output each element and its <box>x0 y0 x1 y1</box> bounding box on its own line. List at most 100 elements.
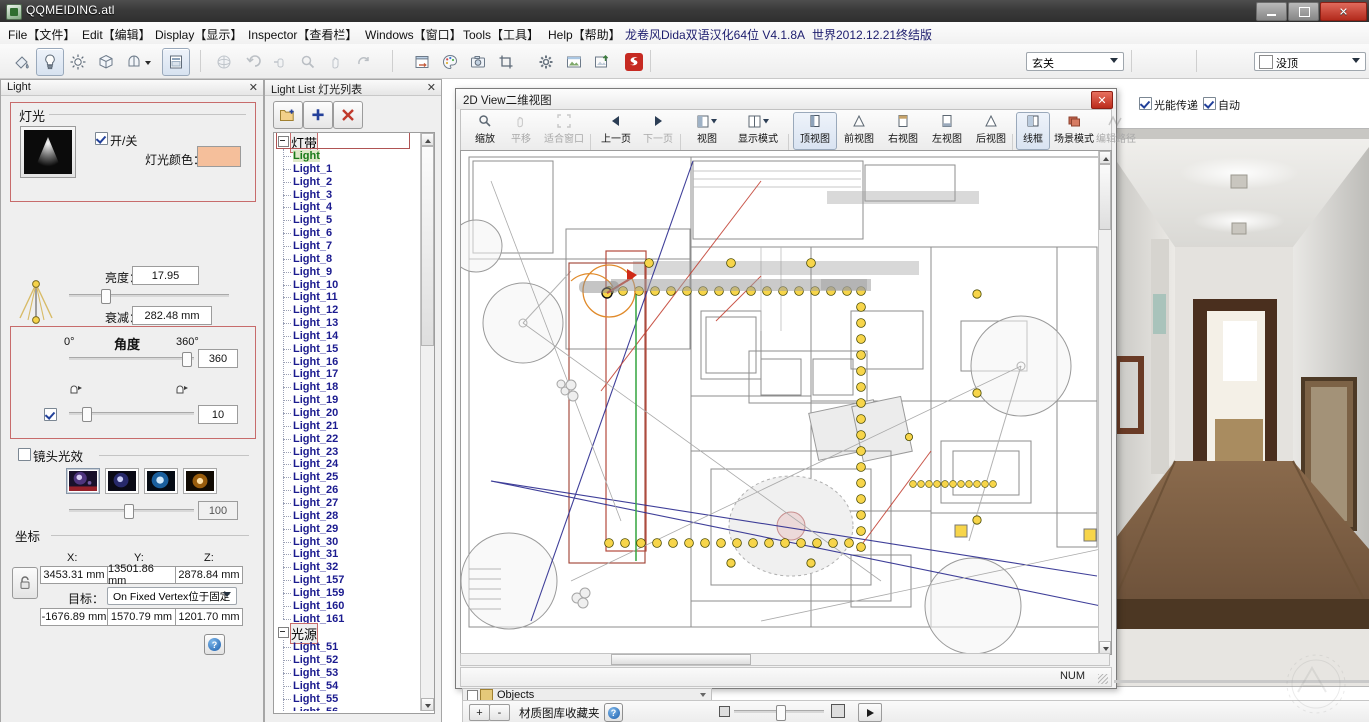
menu-windows[interactable]: Windows【窗口】 <box>365 26 462 43</box>
light-transfer-checkbox[interactable] <box>1139 97 1152 110</box>
tree-expander[interactable] <box>278 627 289 639</box>
scroll-thumb[interactable] <box>421 146 434 346</box>
flare-thumb-3[interactable] <box>183 468 217 494</box>
add-light-button[interactable] <box>303 101 333 129</box>
view2d-btn-zoom[interactable]: 缩放 <box>467 112 503 150</box>
help-icon[interactable]: ? <box>204 634 225 655</box>
menu-inspector[interactable]: Inspector【查看栏】 <box>248 26 357 43</box>
menu-tools[interactable]: Tools【工具】 <box>463 26 539 43</box>
objects-collapse-icon[interactable] <box>699 690 707 698</box>
falloff-field[interactable]: 282.48 mm <box>132 306 212 325</box>
soft-edge-field[interactable]: 10 <box>198 405 238 424</box>
camera-icon[interactable] <box>464 48 492 76</box>
soft-edge-checkbox[interactable] <box>44 408 57 421</box>
target-select[interactable]: On Fixed Vertex位于固定 <box>107 587 237 605</box>
canvas-hscroll-thumb[interactable] <box>611 654 751 665</box>
sun-icon[interactable] <box>64 48 92 76</box>
delete-light-button[interactable] <box>333 101 363 129</box>
lens-flare-checkbox[interactable] <box>18 448 31 461</box>
floorplan-canvas[interactable] <box>460 150 1112 655</box>
light-preview[interactable] <box>20 126 76 178</box>
view2d-btn-display-mode[interactable]: 显示模式 <box>729 112 787 150</box>
render-setup-icon[interactable] <box>408 48 436 76</box>
light-tree[interactable]: 灯带 Light Light_1 Light_2 Light_3 Light_4 Light… <box>273 132 435 714</box>
position-y-field[interactable]: 13501.86 mm <box>107 563 176 587</box>
pan-icon[interactable] <box>322 48 350 76</box>
scroll-up-button[interactable] <box>421 133 434 146</box>
view2d-btn-edit-path[interactable]: 编辑路径 <box>1092 112 1140 150</box>
light-bulb-icon[interactable] <box>36 48 64 76</box>
view2d-btn-view[interactable]: 视图 <box>685 112 729 150</box>
palette-icon[interactable] <box>436 48 464 76</box>
canvas-hscrollbar[interactable] <box>460 653 1110 666</box>
view-select[interactable]: 玄关 <box>1026 52 1124 71</box>
position-z-field[interactable]: 2878.84 mm <box>175 566 243 584</box>
crop-icon[interactable] <box>492 48 520 76</box>
brightness-field[interactable]: 17.95 <box>132 266 199 285</box>
canvas-scroll-thumb[interactable] <box>1099 164 1111 230</box>
play-icon[interactable] <box>858 703 882 722</box>
flare-thumb-1[interactable] <box>105 468 139 494</box>
view2d-btn-left-view[interactable]: 左视图 <box>925 112 969 150</box>
close-button[interactable]: ✕ <box>1320 2 1367 21</box>
thumbnail-size-slider[interactable] <box>734 705 824 721</box>
view2d-btn-back-view[interactable]: 后视图 <box>969 112 1013 150</box>
layer-select[interactable]: 没顶 <box>1254 52 1366 71</box>
view2d-btn-prev[interactable]: 上一页 <box>595 112 637 150</box>
angle-slider[interactable] <box>69 352 194 367</box>
view2d-btn-pan[interactable]: 平移 <box>503 112 539 150</box>
image-icon[interactable] <box>560 48 588 76</box>
gear-icon[interactable] <box>532 48 560 76</box>
view2d-btn-wireframe[interactable]: 线框 <box>1016 112 1050 150</box>
position-x-field[interactable]: 3453.31 mm <box>40 566 108 584</box>
zoom-icon[interactable] <box>294 48 322 76</box>
menu-edit[interactable]: Edit【编辑】 <box>82 26 151 43</box>
flare-thumb-2[interactable] <box>144 468 178 494</box>
target-y-field[interactable]: 1570.79 mm <box>107 608 176 626</box>
walk-icon[interactable] <box>266 48 294 76</box>
box-icon[interactable] <box>92 48 120 76</box>
light-onoff-checkbox[interactable] <box>95 132 108 145</box>
close-icon[interactable]: ✕ <box>427 81 436 94</box>
view2d-btn-right-view[interactable]: 右视图 <box>881 112 925 150</box>
light-tree-scrollbar[interactable] <box>420 133 434 711</box>
target-x-field[interactable]: -1676.89 mm <box>40 608 108 626</box>
maximize-button[interactable] <box>1288 2 1319 21</box>
view2d-btn-front-view[interactable]: 前视图 <box>837 112 881 150</box>
rotate-icon[interactable] <box>350 48 378 76</box>
paint-bucket-icon[interactable] <box>8 48 36 76</box>
view2d-btn-next[interactable]: 下一页 <box>637 112 679 150</box>
view2d-btn-top-view[interactable]: 顶视图 <box>793 112 837 150</box>
close-icon[interactable]: ✕ <box>249 81 258 94</box>
orbit-icon[interactable] <box>210 48 238 76</box>
open-folder-add-button[interactable] <box>273 101 303 129</box>
canvas-vscrollbar[interactable] <box>1098 151 1111 654</box>
export-image-icon[interactable] <box>588 48 616 76</box>
add-library-button[interactable]: + <box>469 704 490 721</box>
flare-thumb-0[interactable] <box>66 468 100 494</box>
target-z-field[interactable]: 1201.70 mm <box>175 608 243 626</box>
view2d-btn-fit[interactable]: 适合窗口 <box>539 112 589 150</box>
panel-icon[interactable] <box>162 48 190 76</box>
remove-library-button[interactable]: - <box>489 704 510 721</box>
soft-edge-slider[interactable] <box>69 407 194 422</box>
light-color-swatch[interactable] <box>197 146 241 167</box>
minimize-button[interactable] <box>1256 2 1287 21</box>
flare-intensity-slider[interactable] <box>69 504 194 519</box>
view2d-btn-scene-mode[interactable]: 场景模式 <box>1050 112 1098 150</box>
lock-icon[interactable] <box>12 567 38 599</box>
menu-display[interactable]: Display【显示】 <box>155 26 242 43</box>
menu-help[interactable]: Help【帮助】 <box>548 26 621 43</box>
material-dropdown-arrow-icon[interactable] <box>140 48 156 76</box>
auto-checkbox[interactable] <box>1203 97 1216 110</box>
undo-icon[interactable] <box>238 48 266 76</box>
help-icon[interactable]: ? <box>604 703 623 722</box>
resize-grip[interactable] <box>1098 674 1108 684</box>
menu-file[interactable]: File【文件】 <box>8 26 75 43</box>
canvas-scroll-up[interactable] <box>1099 151 1111 164</box>
brightness-slider[interactable] <box>69 289 229 304</box>
scroll-down-button[interactable] <box>421 698 434 711</box>
angle-field[interactable]: 360 <box>198 349 238 368</box>
view2d-close-button[interactable]: ✕ <box>1091 91 1113 109</box>
artlantis-logo-icon[interactable] <box>620 48 648 76</box>
